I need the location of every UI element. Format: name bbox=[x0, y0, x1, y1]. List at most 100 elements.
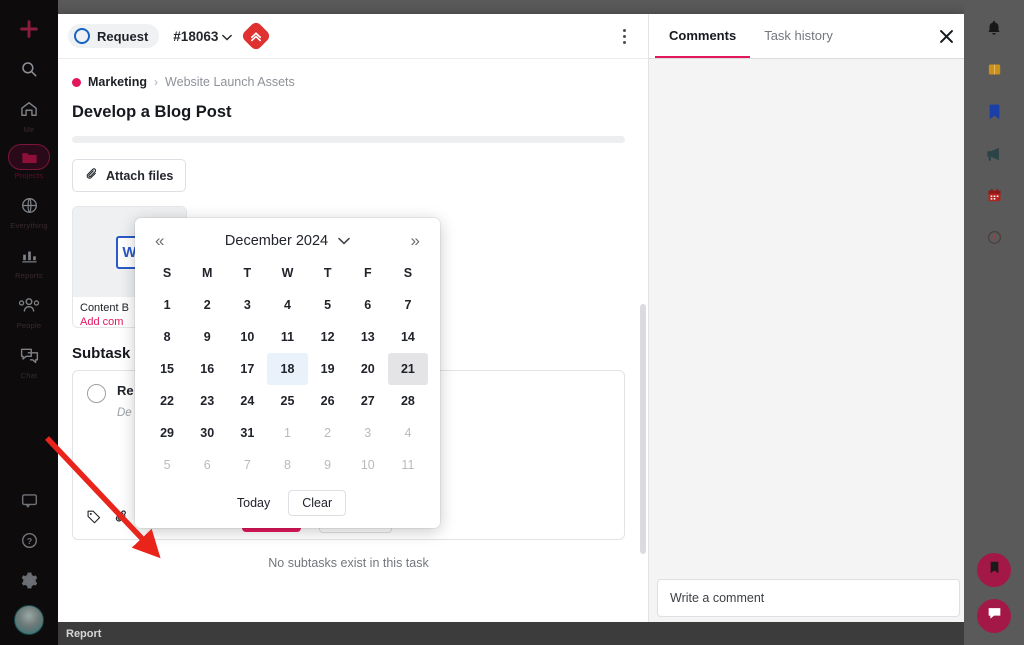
sidebar-item-feedback[interactable] bbox=[6, 485, 52, 515]
background-bottom-bar: Report bbox=[58, 622, 964, 645]
paperclip-icon[interactable] bbox=[114, 509, 129, 529]
sidebar-item-people-label: People bbox=[16, 321, 42, 330]
task-detail-pane: Request #18063 Marketing › Website Launc… bbox=[52, 14, 649, 631]
timer-button[interactable] bbox=[976, 222, 1012, 258]
calendar-month-selector[interactable]: December 2024 bbox=[225, 233, 350, 249]
avatar[interactable] bbox=[14, 605, 44, 635]
calendar-day-out[interactable]: 3 bbox=[348, 417, 388, 449]
sidebar-item-me-label: Me bbox=[23, 125, 35, 134]
breadcrumb-separator: › bbox=[154, 75, 159, 89]
calendar-day-out[interactable]: 1 bbox=[267, 417, 307, 449]
sidebar-item-reports[interactable]: Reports bbox=[6, 240, 52, 280]
notifications-button[interactable] bbox=[976, 12, 1012, 48]
calendar-day[interactable]: 27 bbox=[348, 385, 388, 417]
calendar-day[interactable]: 3 bbox=[227, 289, 267, 321]
paperclip-icon bbox=[85, 167, 99, 184]
comments-tabs: Comments Task history bbox=[649, 14, 968, 59]
comment-input[interactable] bbox=[657, 579, 960, 617]
calendar-day[interactable]: 17 bbox=[227, 353, 267, 385]
calendar-weekday: W bbox=[281, 266, 294, 280]
calendar-day[interactable]: 15 bbox=[147, 353, 187, 385]
subtask-description-input[interactable]: De bbox=[117, 407, 134, 419]
calendar-button[interactable] bbox=[976, 180, 1012, 216]
sidebar-item-help[interactable]: ? bbox=[6, 525, 52, 555]
calendar-day-out[interactable]: 7 bbox=[227, 449, 267, 481]
tag-icon[interactable] bbox=[86, 509, 102, 530]
calendar-day[interactable]: 25 bbox=[267, 385, 307, 417]
calendar-day[interactable]: 29 bbox=[147, 417, 187, 449]
calendar-day[interactable]: 11 bbox=[267, 321, 307, 353]
sidebar-item-projects[interactable]: Projects bbox=[6, 144, 52, 180]
calendar-day-out[interactable]: 11 bbox=[388, 449, 428, 481]
calendar-weekday: T bbox=[323, 266, 332, 280]
calendar-day[interactable]: 8 bbox=[147, 321, 187, 353]
calendar-day[interactable]: 19 bbox=[308, 353, 348, 385]
calendar-day[interactable]: 22 bbox=[147, 385, 187, 417]
calendar-day[interactable]: 13 bbox=[348, 321, 388, 353]
sidebar-item-me[interactable]: Me bbox=[6, 94, 52, 134]
calendar-day-selected[interactable]: 21 bbox=[387, 353, 428, 385]
calendar-day-out[interactable]: 9 bbox=[308, 449, 348, 481]
calendar-day[interactable]: 20 bbox=[348, 353, 388, 385]
calendar-next-icon[interactable]: » bbox=[411, 232, 420, 249]
tab-comments[interactable]: Comments bbox=[655, 14, 751, 58]
calendar-day[interactable]: 31 bbox=[227, 417, 267, 449]
notebook-button[interactable] bbox=[976, 54, 1012, 90]
bookmark-fab[interactable] bbox=[977, 553, 1011, 587]
calendar-day[interactable]: 30 bbox=[187, 417, 227, 449]
calendar-day[interactable]: 24 bbox=[227, 385, 267, 417]
sidebar-item-search[interactable] bbox=[6, 54, 52, 84]
chat-fab[interactable] bbox=[977, 599, 1011, 633]
calendar-day-out[interactable]: 4 bbox=[388, 417, 428, 449]
calendar-weekday: T bbox=[243, 266, 252, 280]
calendar-today-button[interactable]: Today bbox=[229, 491, 278, 515]
sidebar-item-everything[interactable]: Everything bbox=[6, 190, 52, 230]
breadcrumb-folder[interactable]: Website Launch Assets bbox=[165, 75, 295, 89]
breadcrumb-project[interactable]: Marketing bbox=[88, 75, 147, 89]
calendar-day[interactable]: 16 bbox=[187, 353, 227, 385]
sidebar-item-people[interactable]: People bbox=[6, 290, 52, 330]
calendar-day[interactable]: 5 bbox=[308, 289, 348, 321]
detail-pane-scrollbar[interactable] bbox=[640, 304, 646, 554]
calendar-day[interactable]: 28 bbox=[388, 385, 428, 417]
calendar-day[interactable]: 7 bbox=[388, 289, 428, 321]
calendar-day-out[interactable]: 10 bbox=[348, 449, 388, 481]
calendar-clear-button[interactable]: Clear bbox=[288, 490, 347, 516]
calendar-day[interactable]: 2 bbox=[187, 289, 227, 321]
calendar-day[interactable]: 23 bbox=[187, 385, 227, 417]
chart-icon bbox=[14, 240, 44, 270]
calendar-day[interactable]: 6 bbox=[348, 289, 388, 321]
sidebar-item-add[interactable] bbox=[6, 14, 52, 44]
close-icon[interactable] bbox=[925, 14, 968, 58]
calendar-day-out[interactable]: 5 bbox=[147, 449, 187, 481]
sidebar-item-chat[interactable]: Chat bbox=[6, 340, 52, 380]
calendar-day-out[interactable]: 2 bbox=[308, 417, 348, 449]
calendar-prev-icon[interactable]: « bbox=[155, 232, 164, 249]
tab-task-history[interactable]: Task history bbox=[750, 14, 847, 58]
calendar-day[interactable]: 14 bbox=[388, 321, 428, 353]
kebab-menu-icon[interactable] bbox=[619, 27, 630, 46]
calendar-day[interactable]: 4 bbox=[267, 289, 307, 321]
calendar-day-out[interactable]: 6 bbox=[187, 449, 227, 481]
folder-icon bbox=[8, 144, 50, 170]
announcements-button[interactable] bbox=[976, 138, 1012, 174]
priority-badge[interactable] bbox=[240, 20, 272, 52]
calendar-day[interactable]: 1 bbox=[147, 289, 187, 321]
bookmarks-button[interactable] bbox=[976, 96, 1012, 132]
status-ring-icon bbox=[74, 28, 90, 44]
gear-icon bbox=[14, 565, 44, 595]
date-picker-popup: « December 2024 » SMTWTFS 1 2 3 4 5 6 7 8 9 10 11 1… bbox=[135, 218, 440, 528]
status-badge[interactable]: Request bbox=[68, 24, 160, 48]
calendar-day[interactable]: 26 bbox=[308, 385, 348, 417]
task-id-dropdown[interactable]: #18063 bbox=[173, 29, 233, 44]
attach-files-button[interactable]: Attach files bbox=[72, 159, 187, 192]
subtask-name-input[interactable]: Re bbox=[117, 383, 134, 398]
calendar-day[interactable]: 9 bbox=[187, 321, 227, 353]
svg-text:?: ? bbox=[26, 535, 31, 545]
calendar-day-today[interactable]: 18 bbox=[267, 353, 308, 385]
sidebar-item-settings[interactable] bbox=[6, 565, 52, 595]
calendar-day[interactable]: 12 bbox=[308, 321, 348, 353]
calendar-day[interactable]: 10 bbox=[227, 321, 267, 353]
subtask-checkbox-icon[interactable] bbox=[87, 384, 106, 403]
calendar-day-out[interactable]: 8 bbox=[267, 449, 307, 481]
